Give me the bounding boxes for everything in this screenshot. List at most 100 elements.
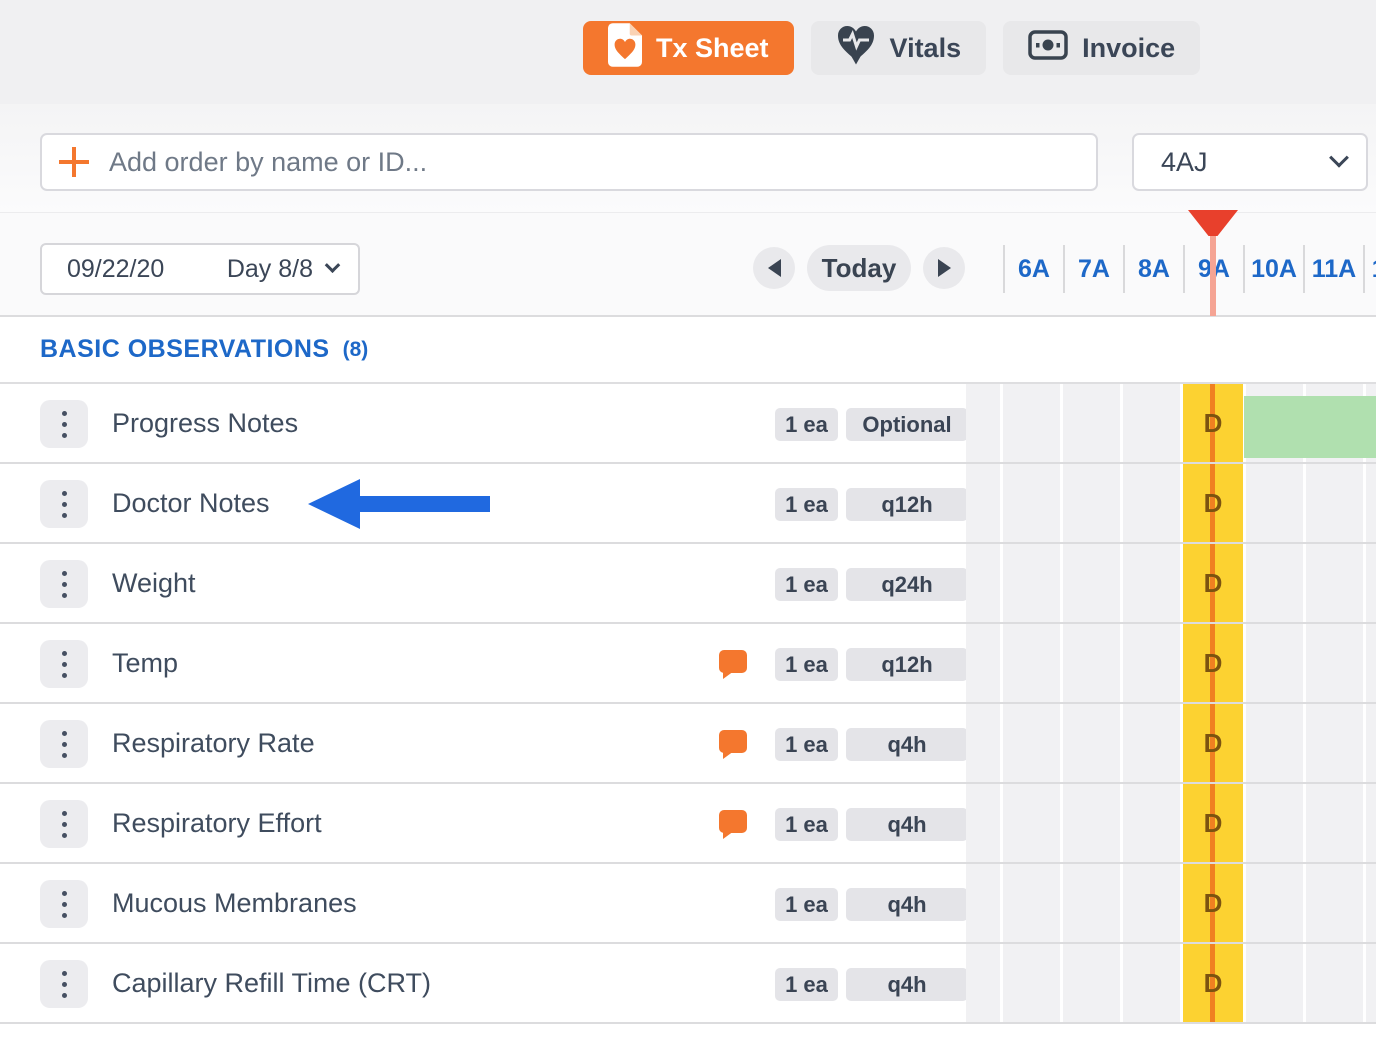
- grid-cell[interactable]: [1366, 624, 1376, 702]
- row-menu-button[interactable]: [40, 480, 88, 528]
- due-cell-9a[interactable]: D: [1183, 624, 1243, 702]
- grid-cell[interactable]: [1063, 464, 1120, 542]
- due-cell-9a[interactable]: D: [1183, 464, 1243, 542]
- grid-cell[interactable]: [1306, 784, 1363, 862]
- grid-cell[interactable]: [1306, 624, 1363, 702]
- due-cell-9a[interactable]: D: [1183, 384, 1243, 462]
- comment-icon[interactable]: [718, 729, 748, 759]
- completed-cell[interactable]: [1244, 396, 1376, 458]
- grid-cell[interactable]: [1306, 864, 1363, 942]
- tx-sheet-button[interactable]: Tx Sheet: [583, 21, 794, 75]
- due-marker: D: [1183, 464, 1243, 542]
- grid-cell[interactable]: [1063, 944, 1120, 1022]
- today-button[interactable]: Today: [807, 245, 911, 291]
- grid-cell[interactable]: [1306, 544, 1363, 622]
- grid-cell[interactable]: [966, 944, 1000, 1022]
- grid-cell[interactable]: [1246, 864, 1303, 942]
- grid-cell[interactable]: [1003, 864, 1060, 942]
- grid-cell[interactable]: [1003, 544, 1060, 622]
- vitals-button[interactable]: Vitals: [811, 21, 987, 75]
- grid-cell[interactable]: [1366, 704, 1376, 782]
- grid-cell[interactable]: [966, 864, 1000, 942]
- grid-cell[interactable]: [966, 464, 1000, 542]
- grid-cell[interactable]: [1306, 464, 1363, 542]
- grid-cell[interactable]: [966, 704, 1000, 782]
- grid-cell[interactable]: [1123, 864, 1180, 942]
- row-menu-button[interactable]: [40, 560, 88, 608]
- grid-cell[interactable]: [1003, 704, 1060, 782]
- grid-cell[interactable]: [1123, 464, 1180, 542]
- row-menu-button[interactable]: [40, 960, 88, 1008]
- grid-cell[interactable]: [966, 784, 1000, 862]
- previous-day-button[interactable]: [753, 247, 795, 289]
- due-cell-9a[interactable]: D: [1183, 944, 1243, 1022]
- grid-cell[interactable]: [1123, 624, 1180, 702]
- row-menu-button[interactable]: [40, 400, 88, 448]
- due-cell-9a[interactable]: D: [1183, 784, 1243, 862]
- frequency-badge: q12h: [846, 648, 968, 681]
- kebab-dot: [62, 502, 67, 507]
- grid-cell[interactable]: [966, 624, 1000, 702]
- hour-label-7a: 7A: [1063, 245, 1123, 293]
- grid-cell[interactable]: [1246, 704, 1303, 782]
- row-menu-button[interactable]: [40, 720, 88, 768]
- grid-cell[interactable]: [1003, 384, 1060, 462]
- grid-cell[interactable]: [1246, 544, 1303, 622]
- next-day-button[interactable]: [923, 247, 965, 289]
- order-name: Capillary Refill Time (CRT): [112, 944, 431, 1022]
- location-select[interactable]: 4AJ: [1132, 133, 1368, 191]
- grid-cell[interactable]: [1306, 704, 1363, 782]
- date-selector[interactable]: 09/22/20 Day 8/8: [40, 243, 360, 295]
- grid-cell[interactable]: [1246, 464, 1303, 542]
- grid-cell[interactable]: [1063, 544, 1120, 622]
- frequency-badge: q4h: [846, 808, 968, 841]
- due-cell-9a[interactable]: D: [1183, 544, 1243, 622]
- grid-cell[interactable]: [966, 544, 1000, 622]
- current-time-line: [1210, 235, 1216, 316]
- grid-cell[interactable]: [1063, 384, 1120, 462]
- row-menu-button[interactable]: [40, 880, 88, 928]
- invoice-button[interactable]: Invoice: [1003, 21, 1200, 75]
- grid-cell[interactable]: [1123, 544, 1180, 622]
- comment-icon[interactable]: [718, 649, 748, 679]
- grid-cell[interactable]: [1063, 784, 1120, 862]
- schedule-grid: D: [966, 384, 1376, 462]
- order-name: Respiratory Effort: [112, 784, 322, 862]
- due-cell-9a[interactable]: D: [1183, 704, 1243, 782]
- grid-cell[interactable]: [1003, 464, 1060, 542]
- pointer-arrow: [308, 479, 490, 529]
- grid-cell[interactable]: [1123, 384, 1180, 462]
- grid-cell[interactable]: [1123, 944, 1180, 1022]
- grid-cell[interactable]: [1063, 864, 1120, 942]
- grid-cell[interactable]: [1366, 944, 1376, 1022]
- grid-cell[interactable]: [1063, 624, 1120, 702]
- tx-sheet-label: Tx Sheet: [656, 33, 769, 64]
- grid-cell[interactable]: [966, 384, 1000, 462]
- row-menu-button[interactable]: [40, 640, 88, 688]
- next-section-strip: [0, 1040, 1376, 1052]
- grid-cell[interactable]: [1063, 704, 1120, 782]
- add-order-input[interactable]: [109, 147, 1096, 178]
- comment-icon[interactable]: [718, 809, 748, 839]
- grid-cell[interactable]: [1366, 544, 1376, 622]
- order-row: Weight 1 ea q24h D: [0, 544, 1376, 624]
- grid-cell[interactable]: [1123, 704, 1180, 782]
- order-name: Weight: [112, 544, 196, 622]
- grid-cell[interactable]: [1003, 944, 1060, 1022]
- grid-cell[interactable]: [1003, 624, 1060, 702]
- grid-cell[interactable]: [1246, 944, 1303, 1022]
- grid-cell[interactable]: [1246, 784, 1303, 862]
- due-cell-9a[interactable]: D: [1183, 864, 1243, 942]
- grid-cell[interactable]: [1246, 624, 1303, 702]
- grid-cell[interactable]: [1003, 784, 1060, 862]
- grid-cell[interactable]: [1306, 944, 1363, 1022]
- order-row: Temp 1 ea q12h D: [0, 624, 1376, 704]
- grid-cell[interactable]: [1366, 464, 1376, 542]
- grid-cell[interactable]: [1366, 864, 1376, 942]
- kebab-dot: [62, 422, 67, 427]
- grid-cell[interactable]: [1123, 784, 1180, 862]
- grid-cell[interactable]: [1366, 784, 1376, 862]
- row-menu-button[interactable]: [40, 800, 88, 848]
- kebab-dot: [62, 731, 67, 736]
- schedule-grid: D: [966, 704, 1376, 782]
